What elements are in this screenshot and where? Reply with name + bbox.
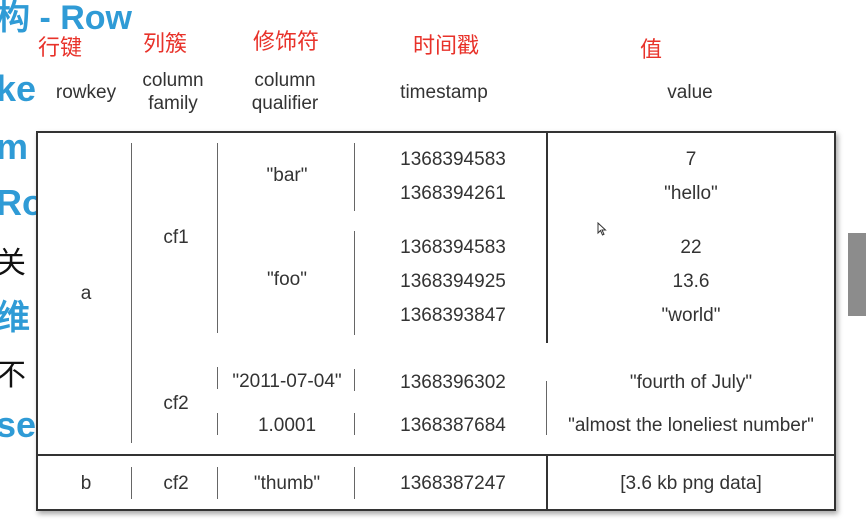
divider-family-cf2b bbox=[217, 413, 218, 435]
timestamp-cell: 1368394583 bbox=[400, 237, 506, 258]
value-cell: "almost the loneliest number" bbox=[568, 415, 814, 436]
slide-text-fragment-6: 不 bbox=[0, 358, 26, 393]
timestamp-cell: 1368387247 bbox=[400, 473, 506, 494]
value-cell: [3.6 kb png data] bbox=[620, 473, 762, 494]
header-timestamp: timestamp bbox=[400, 82, 488, 103]
value-cell: 13.6 bbox=[672, 271, 710, 292]
value-cell: "world" bbox=[661, 305, 721, 326]
header-rowkey: rowkey bbox=[55, 82, 117, 103]
family-cf2: cf2 bbox=[163, 393, 189, 414]
family-cf1: cf1 bbox=[163, 227, 189, 248]
qualifier-bar: "bar" bbox=[266, 165, 308, 186]
value-cell: "hello" bbox=[664, 183, 718, 204]
slide-text-fragment-1: ke bbox=[0, 68, 37, 109]
label-family-cn: 列簇 bbox=[143, 32, 188, 57]
label-qualifier-cn: 修饰符 bbox=[253, 30, 320, 55]
slide-text-fragment-4: 关 bbox=[0, 246, 26, 281]
slide-text-fragment-5: 维 bbox=[0, 298, 30, 338]
divider-qualifier-bar bbox=[354, 143, 355, 211]
value-cell: 22 bbox=[680, 237, 702, 258]
timestamp-cell: 1368394583 bbox=[400, 149, 506, 170]
divider-timestamp-lower bbox=[546, 381, 547, 435]
value-cell: 7 bbox=[685, 149, 697, 170]
mouse-cursor-icon bbox=[597, 222, 607, 236]
timestamp-cell: 1368396302 bbox=[400, 372, 506, 393]
label-timestamp-cn: 时间戳 bbox=[413, 34, 480, 59]
divider-family-cf2a bbox=[217, 367, 218, 389]
scrollbar-thumb[interactable] bbox=[848, 233, 866, 316]
label-value-cn: 值 bbox=[640, 38, 663, 63]
row-separator bbox=[38, 454, 834, 456]
slide-text-fragment-2: m bbox=[0, 126, 29, 167]
timestamp-cell: 1368393847 bbox=[400, 305, 506, 326]
divider-qualifier-b bbox=[354, 467, 355, 499]
slide-text-fragment-7: se bbox=[0, 404, 37, 445]
rowkey-a: a bbox=[80, 283, 92, 304]
qualifier-thumb: "thumb" bbox=[253, 473, 321, 494]
timestamp-cell: 1368394925 bbox=[400, 271, 506, 292]
qualifier-1-0001: 1.0001 bbox=[257, 415, 317, 436]
family-b: cf2 bbox=[163, 473, 189, 494]
value-cell: "fourth of July" bbox=[629, 372, 753, 393]
rowkey-b: b bbox=[80, 473, 92, 494]
timestamp-cell: 1368394261 bbox=[400, 183, 506, 204]
divider-qualifier-foo bbox=[354, 231, 355, 335]
qualifier-2011: "2011-07-04" bbox=[232, 371, 342, 392]
header-column-qualifier: column qualifier bbox=[251, 70, 319, 114]
divider-qualifier-cf2a bbox=[354, 369, 355, 391]
header-column-family: column family bbox=[142, 70, 204, 114]
timestamp-cell: 1368387684 bbox=[400, 415, 506, 436]
qualifier-foo: "foo" bbox=[267, 269, 307, 290]
hbase-table: a cf1 cf2 "bar" "foo" "2011-07-04" 1.000… bbox=[36, 131, 836, 511]
header-value: value bbox=[667, 82, 713, 103]
divider-qualifier-cf2b bbox=[354, 413, 355, 435]
label-rowkey-cn: 行键 bbox=[38, 36, 83, 61]
